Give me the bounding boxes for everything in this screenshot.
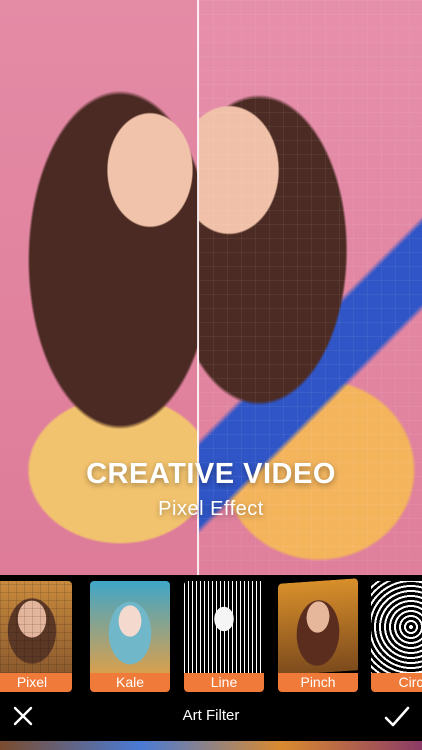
filter-thumbnail <box>278 578 358 676</box>
toolbar-title: Art Filter <box>182 707 240 724</box>
promo-subtitle: Pixel Effect <box>158 498 264 520</box>
filter-item-line[interactable]: Line <box>184 581 264 693</box>
filter-label: Pinch <box>278 673 358 692</box>
filter-item-kale[interactable]: Kale <box>90 581 170 693</box>
filter-item-pinch[interactable]: Pinch <box>278 578 358 693</box>
filter-label: Circ <box>371 673 422 692</box>
filter-item-circle[interactable]: Circ <box>371 581 422 693</box>
confirm-button[interactable] <box>384 705 410 729</box>
filter-thumbnail <box>0 581 72 673</box>
filter-label: Line <box>184 673 264 692</box>
filter-thumbnail <box>184 581 264 673</box>
check-icon <box>384 706 410 727</box>
promo-title: CREATIVE VIDEO <box>86 458 336 490</box>
bottom-toolbar: Art Filter <box>0 693 422 741</box>
filter-thumbnail <box>371 581 422 673</box>
filter-label: Kale <box>90 673 170 692</box>
video-strip-preview <box>0 741 422 750</box>
filter-label: Pixel <box>0 673 72 692</box>
filter-thumbnail <box>90 581 170 673</box>
filter-strip[interactable]: Pixel Kale Line Pinch Circ <box>0 575 422 693</box>
before-after-preview: CREATIVE VIDEO Pixel Effect <box>0 0 422 575</box>
filter-item-pixel[interactable]: Pixel <box>0 581 72 693</box>
